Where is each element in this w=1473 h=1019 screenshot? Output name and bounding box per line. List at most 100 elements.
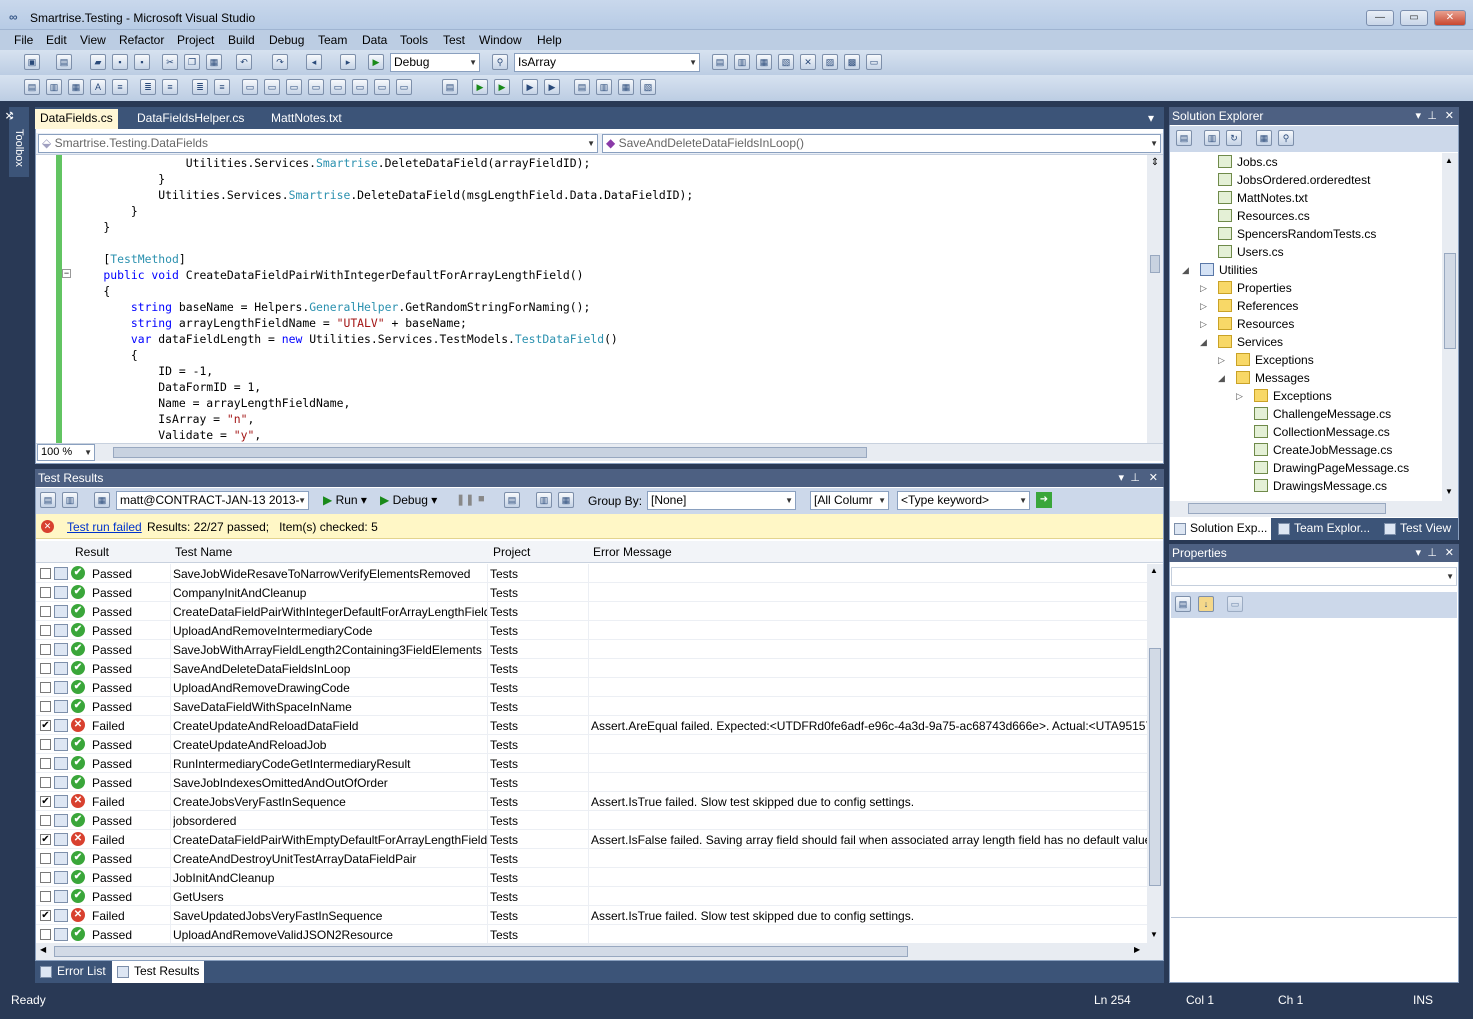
menu-refactor[interactable]: Refactor — [119, 33, 164, 47]
next-bookmark-folder-icon[interactable]: ▭ — [330, 79, 346, 95]
row-checkbox[interactable] — [40, 701, 51, 712]
scroll-up-icon[interactable]: ▲ — [1150, 566, 1158, 575]
table-row[interactable]: ✔ Passed UploadAndRemoveDrawingCode Tests — [36, 678, 1147, 697]
scroll-down-icon[interactable]: ▼ — [1445, 487, 1453, 496]
tree-view-icon[interactable]: ▥ — [62, 492, 78, 508]
table-row[interactable]: ✔ ✕ Failed SaveUpdatedJobsVeryFastInSequenc… — [36, 906, 1147, 925]
tree-node[interactable]: ▷ Exceptions — [1218, 353, 1314, 367]
row-checkbox[interactable] — [40, 587, 51, 598]
dropdown-icon[interactable]: ▾ — [1415, 107, 1421, 125]
import-results-icon[interactable]: ▤ — [504, 492, 520, 508]
find-combo[interactable]: IsArray ▼ — [514, 53, 700, 72]
row-checkbox[interactable] — [40, 929, 51, 940]
pause-icon[interactable]: ❚❚ — [456, 493, 474, 506]
start-page-icon[interactable]: ▨ — [822, 54, 838, 70]
menu-build[interactable]: Build — [228, 33, 255, 47]
tab-test-results[interactable]: Test Results — [112, 961, 205, 983]
scroll-up-icon[interactable]: ▲ — [1445, 156, 1453, 165]
tab-list-icon[interactable]: ▾ — [1143, 109, 1159, 129]
expander-icon[interactable]: ◢ — [1218, 373, 1225, 384]
tree-node[interactable]: CollectionMessage.cs — [1254, 425, 1390, 439]
prev-bookmark-icon[interactable]: ▭ — [264, 79, 280, 95]
scroll-thumb[interactable] — [1150, 255, 1160, 273]
menu-file[interactable]: File — [14, 33, 33, 47]
save-all-icon[interactable]: ▪ — [134, 54, 150, 70]
table-row[interactable]: ✔ Passed CreateDataFieldPairWithIntegerDef… — [36, 602, 1147, 621]
scroll-thumb[interactable] — [54, 946, 908, 957]
close-icon[interactable]: ✕ — [1445, 544, 1454, 562]
stop-icon[interactable]: ■ — [478, 493, 485, 505]
tree-node[interactable]: CreateJobMessage.cs — [1254, 443, 1392, 457]
dropdown-icon[interactable]: ▾ — [1118, 469, 1124, 487]
table-row[interactable]: ✔ Passed UploadAndRemoveIntermediaryCode Te… — [36, 621, 1147, 640]
tree-node[interactable]: JobsOrdered.orderedtest — [1218, 173, 1370, 187]
row-checkbox[interactable] — [40, 815, 51, 826]
next-bookmark-icon[interactable]: ▭ — [286, 79, 302, 95]
menu-debug[interactable]: Debug — [269, 33, 304, 47]
member-dropdown[interactable]: ◆ SaveAndDeleteDataFieldsInLoop() ▼ — [602, 134, 1161, 153]
param-info-icon[interactable]: ▦ — [68, 79, 84, 95]
row-checkbox[interactable] — [40, 663, 51, 674]
expander-icon[interactable]: ◢ — [1182, 265, 1189, 276]
tab-solution-explorer[interactable]: Solution Exp... — [1170, 518, 1272, 540]
table-row[interactable]: ✔ Passed JobInitAndCleanup Tests — [36, 868, 1147, 887]
expander-icon[interactable]: ▷ — [1200, 319, 1207, 330]
next-bookmark-doc-icon[interactable]: ▭ — [374, 79, 390, 95]
pin-icon[interactable]: ⊥ — [1427, 544, 1437, 562]
expander-icon[interactable]: ▷ — [1200, 283, 1207, 294]
table-row[interactable]: ✔ Passed CompanyInitAndCleanup Tests — [36, 583, 1147, 602]
table-row[interactable]: ✔ Passed CreateAndDestroyUnitTestArrayData… — [36, 849, 1147, 868]
table-row[interactable]: ✔ Passed SaveJobWideResaveToNarrowVerifyEl… — [36, 564, 1147, 583]
add-item-icon[interactable]: ▤ — [56, 54, 72, 70]
tree-node[interactable]: ◢ Utilities — [1182, 263, 1258, 277]
properties-icon[interactable]: ▤ — [1176, 130, 1192, 146]
object-select[interactable]: ▼ — [1171, 567, 1457, 586]
test-results-icon[interactable]: ▥ — [596, 79, 612, 95]
publish-icon[interactable]: ▦ — [558, 492, 574, 508]
menu-project[interactable]: Project — [177, 33, 214, 47]
tab-team-explorer[interactable]: Team Explor... — [1274, 518, 1374, 540]
tree-node[interactable]: SpencersRandomTests.cs — [1218, 227, 1376, 241]
debug-all-tests-icon[interactable]: ▶ — [544, 79, 560, 95]
row-checkbox[interactable] — [40, 758, 51, 769]
results-vertical-scrollbar[interactable]: ▲ ▼ — [1147, 564, 1163, 944]
prev-bookmark-folder-icon[interactable]: ▭ — [308, 79, 324, 95]
extension-manager-icon[interactable]: ▩ — [844, 54, 860, 70]
table-row[interactable]: ✔ ✕ Failed CreateDataFieldPairWithEmptyDefa… — [36, 830, 1147, 849]
row-checkbox[interactable] — [40, 853, 51, 864]
menu-tools[interactable]: Tools — [400, 33, 428, 47]
row-checkbox[interactable]: ✔ — [40, 796, 51, 807]
table-row[interactable]: ✔ Passed UploadAndRemoveValidJSON2Resource… — [36, 925, 1147, 944]
undo-icon[interactable]: ↶ — [236, 54, 252, 70]
tree-node[interactable]: ◢ Messages — [1218, 371, 1310, 385]
editor-horizontal-scrollbar[interactable]: 100 % ▼ — [36, 443, 1163, 461]
row-checkbox[interactable] — [40, 739, 51, 750]
test-run-failed-link[interactable]: Test run failed — [67, 520, 142, 534]
collapse-outline-icon[interactable]: − — [62, 269, 71, 278]
tree-node[interactable]: Resources.cs — [1218, 209, 1310, 223]
solution-explorer-icon[interactable]: ▤ — [712, 54, 728, 70]
test-list-icon[interactable]: ▤ — [574, 79, 590, 95]
row-checkbox[interactable] — [40, 777, 51, 788]
close-icon[interactable]: ✕ — [1445, 107, 1454, 125]
scroll-thumb[interactable] — [1149, 648, 1161, 886]
scroll-thumb[interactable] — [1188, 503, 1386, 514]
new-project-icon[interactable]: ▣ — [24, 54, 40, 70]
navigate-back-icon[interactable]: ◂ — [306, 54, 322, 70]
solution-config-select[interactable]: Debug ▼ — [390, 53, 480, 72]
menu-window[interactable]: Window — [479, 33, 522, 47]
test-view-icon[interactable]: ▦ — [618, 79, 634, 95]
row-checkbox[interactable] — [40, 891, 51, 902]
column-result[interactable]: Result — [75, 545, 109, 559]
attach-process-icon[interactable]: ▤ — [442, 79, 458, 95]
pin-icon[interactable]: ⊥ — [1130, 469, 1140, 487]
clear-bookmarks-icon[interactable]: ▭ — [396, 79, 412, 95]
categorized-icon[interactable]: ▤ — [1175, 596, 1191, 612]
cut-icon[interactable]: ✂ — [162, 54, 178, 70]
row-checkbox[interactable]: ✔ — [40, 910, 51, 921]
toolbox-tab[interactable]: ⚒ Toolbox — [3, 107, 29, 177]
paste-icon[interactable]: ▦ — [206, 54, 222, 70]
command-window-icon[interactable]: ▭ — [866, 54, 882, 70]
menu-test[interactable]: Test — [443, 33, 465, 47]
view-code-icon[interactable]: ▦ — [1256, 130, 1272, 146]
